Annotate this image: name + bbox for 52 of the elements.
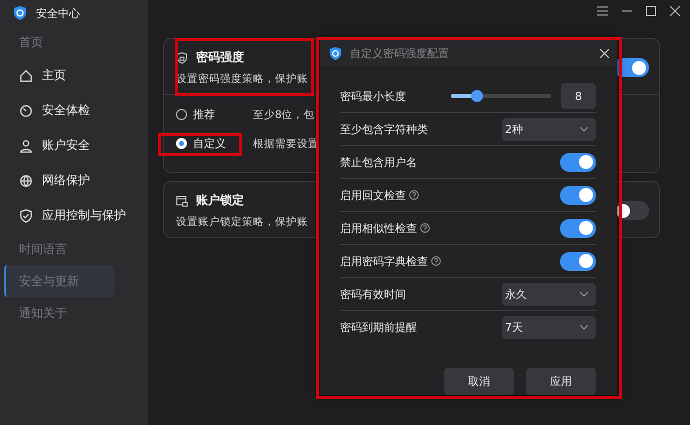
sidebar-item[interactable]: 应用控制与保护 — [4, 198, 144, 233]
option-detail: 至少8位，包 — [253, 108, 315, 122]
toggle-switch[interactable] — [560, 218, 596, 238]
setting-label: 密码有效时间 — [340, 286, 406, 302]
card-description: 设置账户锁定策略，保护账 — [176, 215, 308, 229]
setting-label: 启用相似性检查 — [340, 220, 430, 236]
setting-label: 禁止包含用户名 — [340, 154, 417, 170]
dropdown[interactable]: 7天 — [502, 316, 596, 339]
shield-check-icon — [19, 208, 33, 222]
help-icon[interactable] — [420, 223, 430, 233]
dialog-title: 自定义密码强度配置 — [350, 46, 450, 60]
dropdown[interactable]: 2种 — [502, 118, 596, 140]
setting-label: 密码最小长度 — [340, 88, 406, 104]
radio-button[interactable] — [176, 109, 187, 120]
setting-label: 密码到期前提醒 — [340, 320, 417, 335]
setting-label: 至少包含字符种类 — [340, 122, 428, 136]
close-icon[interactable] — [600, 48, 609, 58]
sidebar-item[interactable]: 网络保护 — [4, 163, 144, 198]
window-lock-icon — [176, 194, 188, 206]
shield-logo-icon — [12, 5, 28, 21]
chevron-down-icon — [580, 126, 588, 132]
sidebar-item[interactable]: 安全体检 — [4, 93, 144, 128]
home-icon — [19, 68, 33, 82]
menu-icon[interactable] — [597, 6, 608, 16]
toggle-switch[interactable] — [560, 152, 596, 172]
chevron-down-icon — [580, 292, 588, 296]
shield-logo-icon — [328, 46, 343, 60]
option-label: 推荐 — [193, 107, 216, 122]
dropdown[interactable]: 永久 — [502, 282, 596, 306]
setting-label: 启用回文检查 — [340, 188, 419, 202]
sidebar-item[interactable]: 账户安全 — [4, 128, 144, 163]
option-label: 自定义 — [193, 136, 227, 151]
user-icon — [19, 138, 33, 152]
gauge-icon — [19, 104, 33, 118]
chevron-down-icon — [580, 325, 588, 330]
app-title: 安全中心 — [36, 6, 80, 20]
close-icon[interactable] — [670, 6, 680, 16]
minimize-icon[interactable] — [622, 10, 632, 12]
setting-label: 启用密码字典检查 — [340, 254, 441, 268]
toggle-switch[interactable] — [560, 252, 596, 270]
toggle-switch[interactable] — [560, 186, 596, 204]
help-icon[interactable] — [409, 190, 419, 200]
maximize-icon[interactable] — [646, 6, 656, 16]
dialog-button[interactable]: 取消 — [444, 368, 514, 395]
card-title: 密码强度 — [196, 49, 244, 66]
number-field[interactable]: 8 — [561, 83, 596, 109]
shield-lock-icon — [176, 52, 188, 64]
help-icon[interactable] — [431, 256, 441, 266]
dialog-button[interactable]: 应用 — [526, 368, 596, 395]
globe-icon — [19, 174, 33, 188]
card-title: 账户锁定 — [196, 192, 244, 209]
sidebar-item[interactable]: 主页 — [4, 58, 144, 93]
